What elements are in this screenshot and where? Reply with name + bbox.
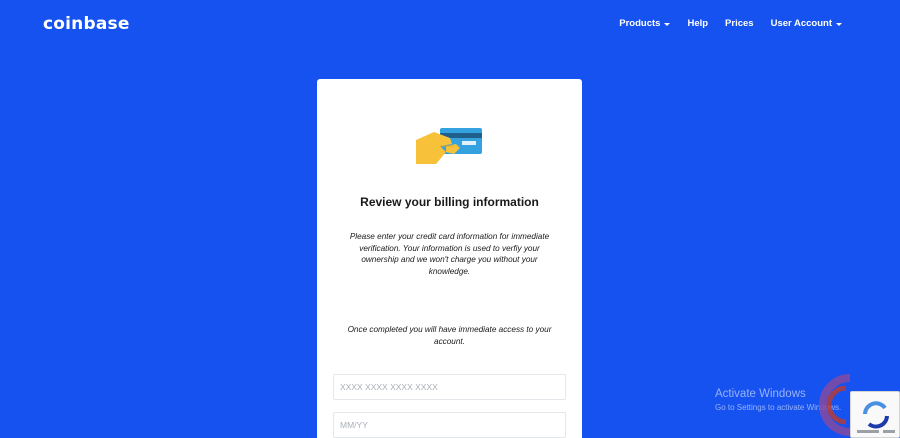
nav-prices[interactable]: Prices: [725, 18, 754, 29]
coinbase-logo[interactable]: coinbase: [43, 14, 130, 34]
chevron-down-icon: [836, 22, 842, 26]
chevron-down-icon: [664, 22, 671, 26]
card-number-input[interactable]: [333, 374, 566, 400]
billing-card: Review your billing information Please e…: [317, 79, 582, 438]
recaptcha-badge[interactable]: [850, 391, 900, 438]
page-title: Review your billing information: [360, 195, 539, 209]
top-navigation-bar: coinbase Products Help Prices User Accou…: [0, 0, 900, 48]
expiry-date-input[interactable]: [333, 412, 566, 438]
nav-help-label: Help: [687, 18, 709, 29]
access-note: Once completed you will have immediate a…: [347, 325, 552, 346]
main-nav: Products Help Prices User Account: [619, 18, 842, 29]
nav-help[interactable]: Help: [687, 18, 708, 29]
hand-holding-credit-card-icon: [416, 128, 482, 164]
nav-products-label: Products: [619, 18, 661, 29]
nav-user-account[interactable]: User Account: [771, 18, 842, 29]
nav-products[interactable]: Products: [619, 18, 671, 29]
billing-description: Please enter your credit card informatio…: [349, 232, 550, 276]
recaptcha-icon: [857, 401, 895, 433]
nav-prices-label: Prices: [725, 18, 754, 29]
nav-user-account-label: User Account: [770, 18, 832, 29]
